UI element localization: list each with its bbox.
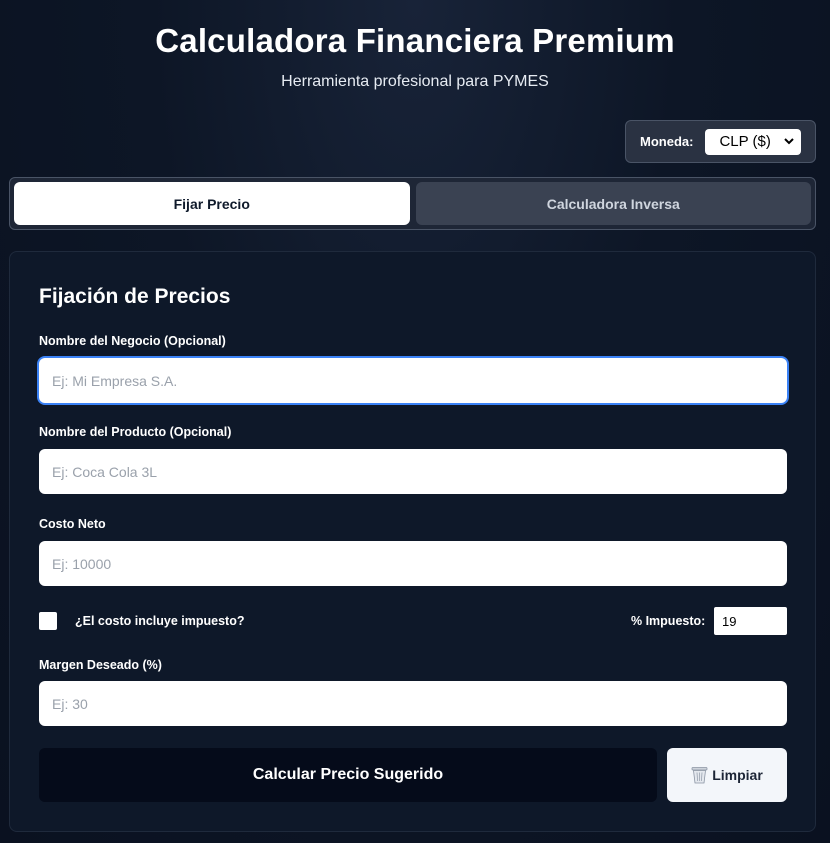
net-cost-input[interactable] (39, 541, 787, 586)
currency-select[interactable]: CLP ($) (705, 128, 802, 155)
chevron-down-icon (784, 136, 795, 148)
tab-calculadora-inversa[interactable]: Calculadora Inversa (415, 182, 811, 225)
includes-tax-label: ¿El costo incluye impuesto? (75, 614, 245, 628)
currency-selector: Moneda: CLP ($) (625, 120, 816, 163)
margin-label: Margen Deseado (%) (39, 658, 162, 672)
tab-fijar-precio[interactable]: Fijar Precio (14, 182, 410, 225)
clear-button-label: Limpiar (712, 767, 763, 783)
net-cost-label: Costo Neto (39, 517, 106, 531)
page-subtitle: Herramienta profesional para PYMES (281, 73, 549, 90)
calculate-button[interactable]: Calcular Precio Sugerido (39, 748, 657, 802)
panel-title: Fijación de Precios (39, 285, 231, 308)
business-name-label: Nombre del Negocio (Opcional) (39, 334, 226, 348)
page-header: Calculadora Financiera Premium Herramien… (0, 0, 830, 92)
business-name-input[interactable] (39, 358, 787, 403)
product-name-label: Nombre del Producto (Opcional) (39, 425, 232, 439)
trash-icon (691, 766, 708, 784)
pricing-panel: Fijación de Precios Nombre del Negocio (… (9, 251, 816, 832)
currency-label: Moneda: (640, 134, 694, 149)
tax-input[interactable]: 19 (714, 607, 787, 635)
tab-bar: Fijar Precio Calculadora Inversa (9, 177, 816, 230)
tax-label: % Impuesto: (631, 614, 706, 628)
currency-selected-value: CLP ($) (719, 133, 771, 150)
includes-tax-checkbox[interactable] (39, 612, 57, 630)
product-name-input[interactable] (39, 449, 787, 494)
margin-input[interactable] (39, 681, 787, 726)
clear-button[interactable]: Limpiar (667, 748, 787, 802)
page-title: Calculadora Financiera Premium (155, 22, 675, 59)
